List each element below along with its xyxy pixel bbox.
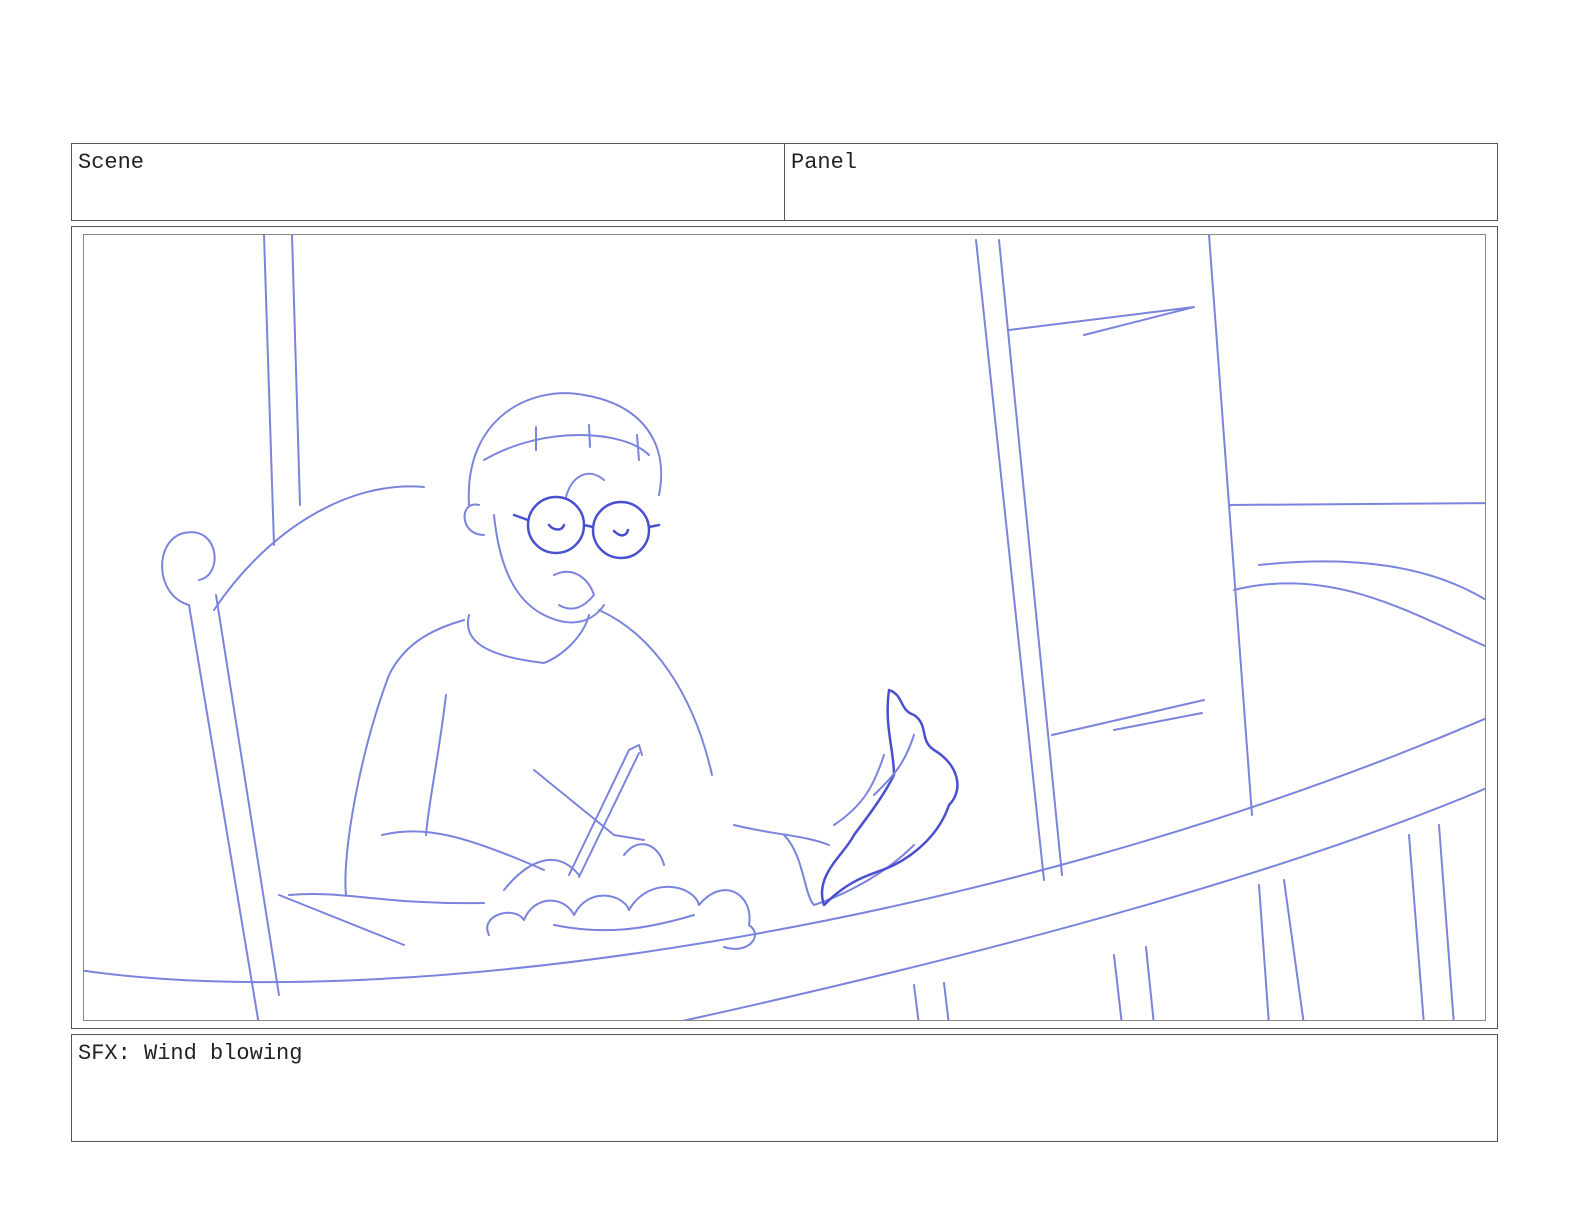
header-divider [784, 144, 785, 220]
storyboard-frame [71, 226, 1498, 1029]
panel-label: Panel [791, 150, 858, 175]
storyboard-header: Scene Panel [71, 143, 1498, 221]
sketch-area [83, 234, 1486, 1021]
sfx-note: SFX: Wind blowing [78, 1041, 303, 1066]
sketch-illustration [84, 235, 1485, 1020]
scene-label: Scene [78, 150, 145, 175]
notes-box: SFX: Wind blowing [71, 1034, 1498, 1142]
